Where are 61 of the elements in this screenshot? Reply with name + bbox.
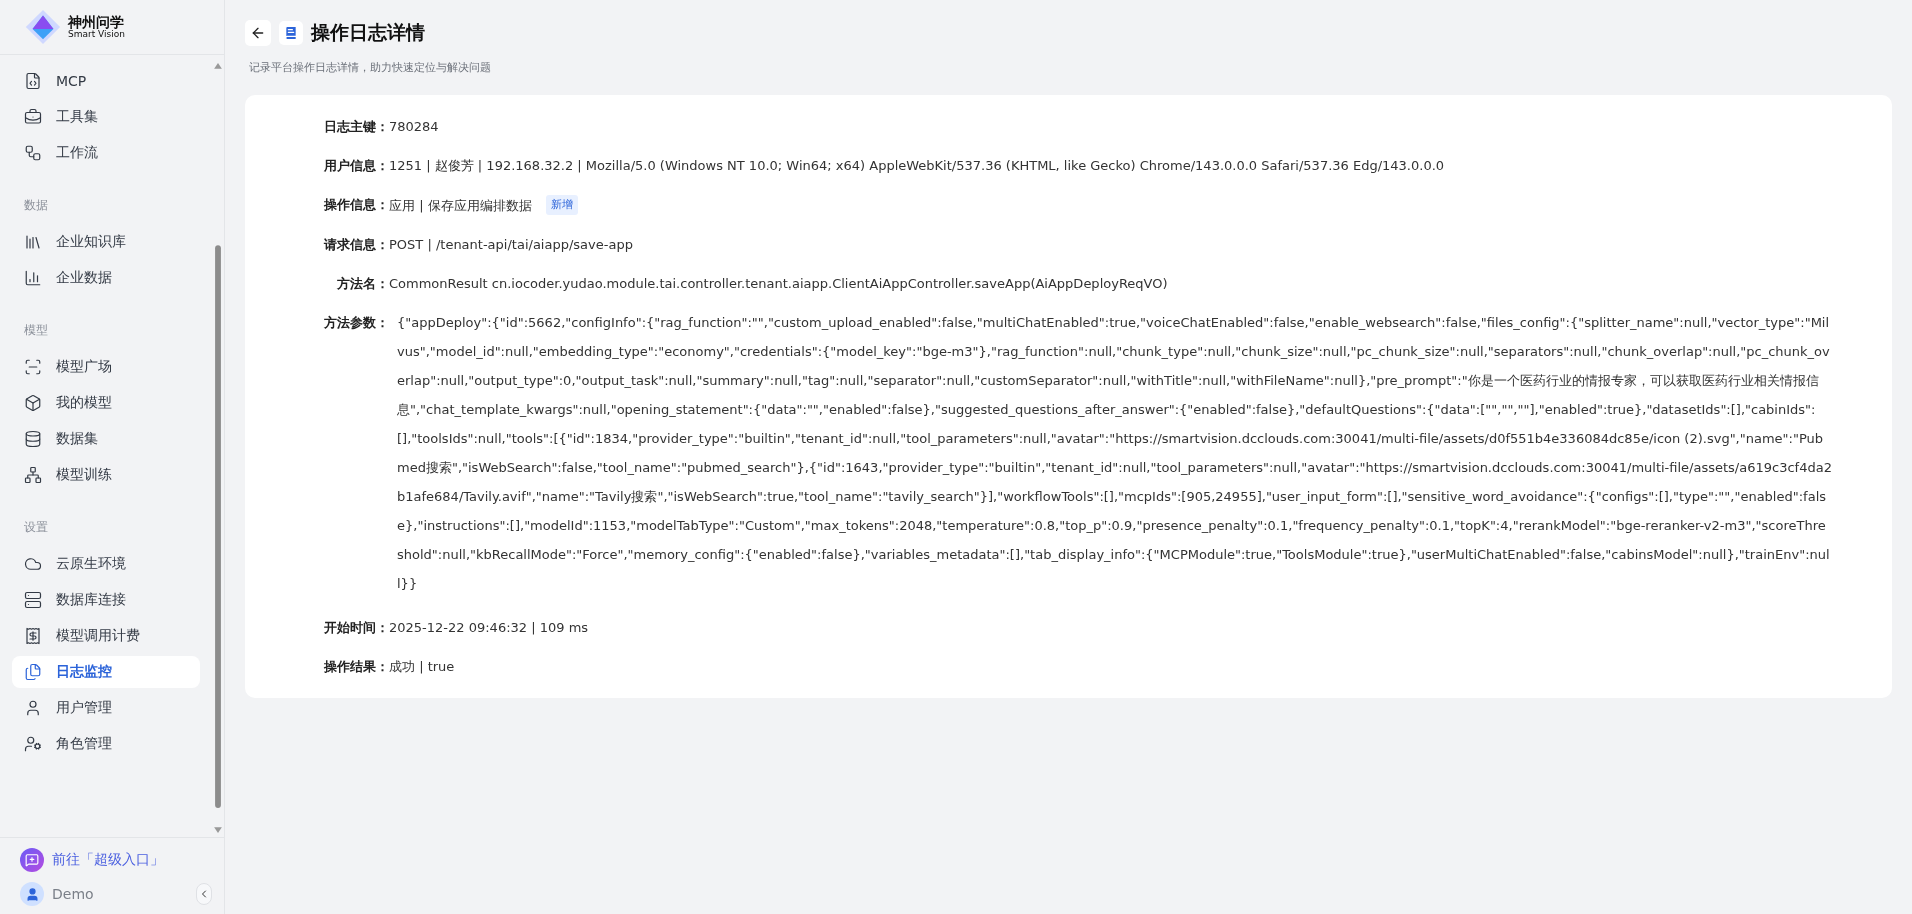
field-value: 780284 <box>389 118 439 136</box>
server-icon <box>24 591 42 609</box>
user-cog-icon <box>24 735 42 753</box>
section-label: 模型 <box>23 322 49 339</box>
receipt-icon <box>24 627 42 645</box>
section-label: 数据 <box>23 197 49 214</box>
bar-chart-icon <box>24 269 42 287</box>
sidebar-item[interactable]: 模型训练 <box>12 459 200 491</box>
field-value: CommonResult cn.iocoder.yudao.module.tai.controller.tenant.aiapp.ClientAiAppController.saveApp(AiAppDeployReqVO) <box>389 275 1168 293</box>
logo-icon <box>24 8 62 46</box>
collapse-button[interactable] <box>196 883 212 905</box>
sidebar-item[interactable]: 日志监控 <box>12 656 200 688</box>
sidebar-item[interactable]: 数据集 <box>12 423 200 455</box>
logo-title: 神州问学 <box>68 14 124 30</box>
section-label: 设置 <box>23 519 49 536</box>
field-label: 请求信息： <box>322 236 389 254</box>
sidebar-item[interactable]: 我的模型 <box>12 387 200 419</box>
briefcase-icon <box>24 108 42 126</box>
cloud-icon <box>24 555 42 573</box>
back-button[interactable] <box>245 20 271 46</box>
chat-icon <box>25 853 39 867</box>
sidebar-item[interactable]: 模型广场 <box>12 351 200 383</box>
sidebar-item[interactable]: 云原生环境 <box>12 548 200 580</box>
sidebar-item[interactable]: 数据库连接 <box>12 584 200 616</box>
field-label: 日志主键： <box>323 118 389 136</box>
workflow-icon <box>24 144 42 162</box>
scan-icon <box>24 358 42 376</box>
cube-icon <box>24 394 42 412</box>
sidebar-item[interactable]: 模型调用计费 <box>12 620 200 652</box>
field-label: 方法名： <box>336 275 389 293</box>
avatar[interactable] <box>20 882 44 906</box>
super-entry-link[interactable]: 前往「超级入口」 <box>20 848 212 872</box>
book-icon <box>279 21 303 45</box>
field-value: 应用 | 保存应用编排数据 <box>389 196 532 215</box>
sidebar-item[interactable]: 工作流 <box>12 137 200 169</box>
sidebar-item[interactable]: 企业数据 <box>12 262 200 294</box>
sidebar-item[interactable]: MCP <box>12 65 200 97</box>
sidebar-item[interactable]: 企业知识库 <box>12 226 200 258</box>
field-label: 操作信息： <box>323 196 389 214</box>
user-icon <box>24 699 42 717</box>
field-value: {"appDeploy":{"id":5662,"configInfo":{"rag_function":"","custom_upload_enabled":false,"multiChatEnabled":true,"voiceChatEnabled":false,"enable_websearch":false,"files_config":{"splitter_name":null,"vector_type":"Milvus","model_id":null,"embedding_type":"economy","credentials":{"model_key":"bge-m3"},"rag_function":null,"chunk_type":null,"chunk_size":null,"pc_chunk_size":null,"separators":null,"chunk_overlap":null,"pc_chunk_overlap":null,"output_type":0,"output_task":null,"summary":null,"tag":null,"separator":null,"customSeparator":null,"withTitle":null,"withFileName":null},"pre_prompt":"你是一个医药行业的情报专家，可以获取医药行业相关情报信息","chat_template_kwargs":null,"opening_statement":{"data":"","enabled":false},"suggested_questions_after_answer":{"enabled":false},"defaultQuestions":{"data":["","",""],"enabled":true},"datasetIds":[],"cabinIds":[],"toolsIds":null,"tools":[{"id":1834,"provider_type":"builtin","tenant_id":null,"tool_parameters":null,"avatar":"https://smartvision.dcclouds.com:30041/multi-file/assets/d0f551b4e336084dc85e/icon (2).svg","name":"Pubmed搜索","isWebSearch":false,"tool_name":"pubmed_search"},{"id":1643,"provider_type":"builtin","tenant_id":null,"tool_parameters":null,"avatar":"https://smartvision.dcclouds.com:30041/multi-file/assets/a619c3cf4da2b1afe684/Tavily.avif","name":"Tavily搜索","isWebSearch":true,"tool_name":"tavily_search"}],"workflowTools":[],"mcpIds":[905,24955],"user_input_form":[],"sensitive_word_avoidance":{"configs":[],"type":"","enabled":false},"instructions":[],"modelId":1153,"modelTabType":"Custom","max_tokens":2048,"temperature":0.8,"top_p":0.9,"presence_penalty":0.1,"frequency_penalty":0.1,"topK":4,"rerankModel":"bge-reranker-v2-m3","scoreThreshold":null,"kbRecallMode":"Force","memory_config":{"enabled":false},"variables_metadata":[],"tab_display_info":{"MCPModule":true,"ToolsModule":true},"userMultiChatEnabled":false,"cabinsModel":null},"trainEnv":null}} <box>396 314 1832 593</box>
page-title: 操作日志详情 <box>311 20 425 45</box>
field-label: 操作结果： <box>323 658 389 676</box>
files-icon <box>24 663 42 681</box>
page-subtitle: 记录平台操作日志详情，助力快速定位与解决问题 <box>249 60 492 75</box>
field-value: POST | /tenant-api/tai/aiapp/save-app <box>389 236 633 254</box>
file-code-icon <box>24 72 42 90</box>
field-value: 1251 | 赵俊芳 | 192.168.32.2 | Mozilla/5.0 (Windows NT 10.0; Win64; x64) AppleWebKit/537.36 (KHTML, like Gecko) Chrome/143.0.0.0 Safari/537.36 Edg/143.0.0.0 <box>389 157 1445 175</box>
user-name: Demo <box>52 886 94 902</box>
network-icon <box>24 466 42 484</box>
sidebar-item[interactable]: 用户管理 <box>12 692 200 724</box>
sidebar-item[interactable]: 工具集 <box>12 101 200 133</box>
logo-subtitle: Smart Vision <box>68 29 125 40</box>
database-icon <box>24 430 42 448</box>
field-label: 用户信息： <box>323 157 389 175</box>
field-value: 2025-12-22 09:46:32 | 109 ms <box>389 619 589 637</box>
field-label: 开始时间： <box>323 619 389 637</box>
field-value: 成功 | true <box>389 658 455 676</box>
sidebar-item[interactable]: 角色管理 <box>12 728 200 760</box>
field-label: 方法参数： <box>323 314 389 332</box>
operation-tag: 新增 <box>545 195 578 215</box>
